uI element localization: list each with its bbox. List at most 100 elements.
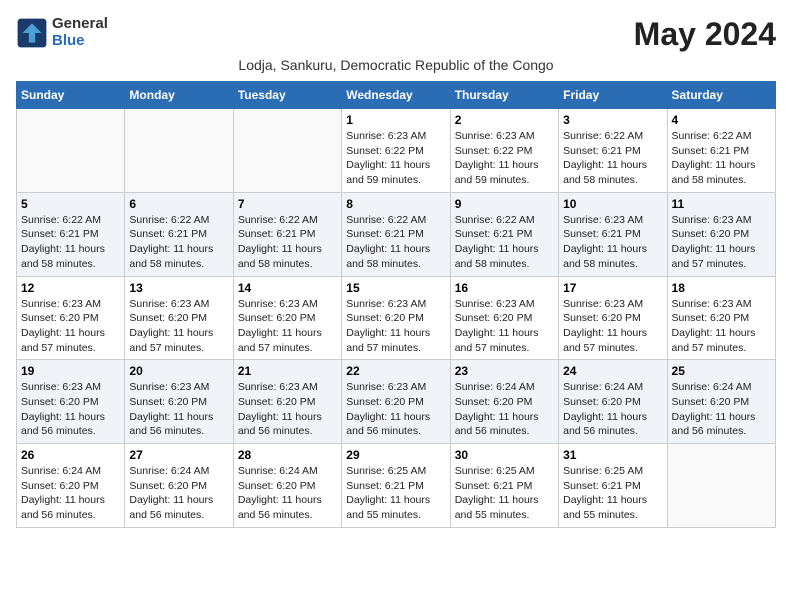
day-number: 30 [455, 448, 554, 462]
week-row-3: 19 Sunrise: 6:23 AM Sunset: 6:20 PM Dayli… [17, 360, 776, 444]
day-number: 10 [563, 197, 662, 211]
day-cell: 13 Sunrise: 6:23 AM Sunset: 6:20 PM Dayli… [125, 276, 233, 360]
day-info: Sunrise: 6:24 AM Sunset: 6:20 PM Dayligh… [238, 464, 337, 523]
day-cell: 27 Sunrise: 6:24 AM Sunset: 6:20 PM Dayli… [125, 444, 233, 528]
day-cell: 19 Sunrise: 6:23 AM Sunset: 6:20 PM Dayli… [17, 360, 125, 444]
calendar-table: SundayMondayTuesdayWednesdayThursdayFrid… [16, 81, 776, 528]
day-info: Sunrise: 6:23 AM Sunset: 6:22 PM Dayligh… [455, 129, 554, 188]
day-info: Sunrise: 6:23 AM Sunset: 6:20 PM Dayligh… [129, 380, 228, 439]
day-info: Sunrise: 6:23 AM Sunset: 6:20 PM Dayligh… [21, 297, 120, 356]
day-number: 20 [129, 364, 228, 378]
day-info: Sunrise: 6:24 AM Sunset: 6:20 PM Dayligh… [672, 380, 771, 439]
day-cell: 22Sunrise: 6:23 AM Sunset: 6:20 PM Dayli… [342, 360, 450, 444]
day-info: Sunrise: 6:25 AM Sunset: 6:21 PM Dayligh… [455, 464, 554, 523]
day-info: Sunrise: 6:22 AM Sunset: 6:21 PM Dayligh… [238, 213, 337, 272]
day-cell: 21 Sunrise: 6:23 AM Sunset: 6:20 PM Dayli… [233, 360, 341, 444]
logo: General Blue [16, 16, 108, 49]
day-cell: 5 Sunrise: 6:22 AM Sunset: 6:21 PM Daylig… [17, 192, 125, 276]
day-info: Sunrise: 6:22 AM Sunset: 6:21 PM Dayligh… [563, 129, 662, 188]
day-cell: 1Sunrise: 6:23 AM Sunset: 6:22 PM Daylig… [342, 109, 450, 193]
day-number: 19 [21, 364, 120, 378]
day-cell: 15Sunrise: 6:23 AM Sunset: 6:20 PM Dayli… [342, 276, 450, 360]
day-number: 26 [21, 448, 120, 462]
day-number: 22 [346, 364, 445, 378]
day-info: Sunrise: 6:22 AM Sunset: 6:21 PM Dayligh… [672, 129, 771, 188]
day-info: Sunrise: 6:23 AM Sunset: 6:22 PM Dayligh… [346, 129, 445, 188]
month-title: May 2024 [634, 16, 776, 53]
day-cell: 24Sunrise: 6:24 AM Sunset: 6:20 PM Dayli… [559, 360, 667, 444]
logo-icon [16, 17, 48, 49]
header-monday: Monday [125, 82, 233, 109]
day-number: 12 [21, 281, 120, 295]
day-info: Sunrise: 6:23 AM Sunset: 6:20 PM Dayligh… [129, 297, 228, 356]
day-number: 28 [238, 448, 337, 462]
day-info: Sunrise: 6:25 AM Sunset: 6:21 PM Dayligh… [346, 464, 445, 523]
day-cell: 20 Sunrise: 6:23 AM Sunset: 6:20 PM Dayli… [125, 360, 233, 444]
day-info: Sunrise: 6:23 AM Sunset: 6:20 PM Dayligh… [21, 380, 120, 439]
day-number: 9 [455, 197, 554, 211]
day-number: 18 [672, 281, 771, 295]
subtitle: Lodja, Sankuru, Democratic Republic of t… [16, 57, 776, 73]
day-number: 7 [238, 197, 337, 211]
day-cell: 23 Sunrise: 6:24 AM Sunset: 6:20 PM Dayli… [450, 360, 558, 444]
day-info: Sunrise: 6:24 AM Sunset: 6:20 PM Dayligh… [455, 380, 554, 439]
day-cell: 16Sunrise: 6:23 AM Sunset: 6:20 PM Dayli… [450, 276, 558, 360]
week-row-1: 5 Sunrise: 6:22 AM Sunset: 6:21 PM Daylig… [17, 192, 776, 276]
day-info: Sunrise: 6:23 AM Sunset: 6:20 PM Dayligh… [563, 297, 662, 356]
day-cell [17, 109, 125, 193]
day-cell: 7 Sunrise: 6:22 AM Sunset: 6:21 PM Daylig… [233, 192, 341, 276]
day-info: Sunrise: 6:25 AM Sunset: 6:21 PM Dayligh… [563, 464, 662, 523]
day-number: 27 [129, 448, 228, 462]
day-info: Sunrise: 6:23 AM Sunset: 6:20 PM Dayligh… [672, 213, 771, 272]
day-info: Sunrise: 6:24 AM Sunset: 6:20 PM Dayligh… [563, 380, 662, 439]
day-info: Sunrise: 6:22 AM Sunset: 6:21 PM Dayligh… [21, 213, 120, 272]
day-number: 25 [672, 364, 771, 378]
day-cell: 29Sunrise: 6:25 AM Sunset: 6:21 PM Dayli… [342, 444, 450, 528]
day-cell: 28 Sunrise: 6:24 AM Sunset: 6:20 PM Dayli… [233, 444, 341, 528]
week-row-0: 1Sunrise: 6:23 AM Sunset: 6:22 PM Daylig… [17, 109, 776, 193]
logo-blue-text: Blue [52, 33, 108, 50]
day-number: 11 [672, 197, 771, 211]
day-number: 17 [563, 281, 662, 295]
day-info: Sunrise: 6:23 AM Sunset: 6:20 PM Dayligh… [238, 297, 337, 356]
day-cell: 2Sunrise: 6:23 AM Sunset: 6:22 PM Daylig… [450, 109, 558, 193]
header-thursday: Thursday [450, 82, 558, 109]
day-cell: 11 Sunrise: 6:23 AM Sunset: 6:20 PM Dayli… [667, 192, 775, 276]
day-cell: 30 Sunrise: 6:25 AM Sunset: 6:21 PM Dayli… [450, 444, 558, 528]
day-number: 13 [129, 281, 228, 295]
day-info: Sunrise: 6:24 AM Sunset: 6:20 PM Dayligh… [129, 464, 228, 523]
day-cell: 18 Sunrise: 6:23 AM Sunset: 6:20 PM Dayli… [667, 276, 775, 360]
day-cell: 9Sunrise: 6:22 AM Sunset: 6:21 PM Daylig… [450, 192, 558, 276]
day-cell: 26 Sunrise: 6:24 AM Sunset: 6:20 PM Dayli… [17, 444, 125, 528]
day-cell: 3 Sunrise: 6:22 AM Sunset: 6:21 PM Daylig… [559, 109, 667, 193]
day-cell [233, 109, 341, 193]
day-cell: 8 Sunrise: 6:22 AM Sunset: 6:21 PM Daylig… [342, 192, 450, 276]
week-row-2: 12 Sunrise: 6:23 AM Sunset: 6:20 PM Dayli… [17, 276, 776, 360]
day-number: 14 [238, 281, 337, 295]
day-cell: 12 Sunrise: 6:23 AM Sunset: 6:20 PM Dayli… [17, 276, 125, 360]
day-cell [125, 109, 233, 193]
day-cell: 6Sunrise: 6:22 AM Sunset: 6:21 PM Daylig… [125, 192, 233, 276]
day-number: 3 [563, 113, 662, 127]
day-cell [667, 444, 775, 528]
day-info: Sunrise: 6:24 AM Sunset: 6:20 PM Dayligh… [21, 464, 120, 523]
day-info: Sunrise: 6:23 AM Sunset: 6:20 PM Dayligh… [238, 380, 337, 439]
day-number: 23 [455, 364, 554, 378]
day-cell: 4 Sunrise: 6:22 AM Sunset: 6:21 PM Daylig… [667, 109, 775, 193]
header-saturday: Saturday [667, 82, 775, 109]
week-row-4: 26 Sunrise: 6:24 AM Sunset: 6:20 PM Dayli… [17, 444, 776, 528]
day-info: Sunrise: 6:23 AM Sunset: 6:20 PM Dayligh… [672, 297, 771, 356]
header-sunday: Sunday [17, 82, 125, 109]
day-info: Sunrise: 6:23 AM Sunset: 6:21 PM Dayligh… [563, 213, 662, 272]
day-number: 6 [129, 197, 228, 211]
day-cell: 10 Sunrise: 6:23 AM Sunset: 6:21 PM Dayli… [559, 192, 667, 276]
day-number: 21 [238, 364, 337, 378]
day-number: 8 [346, 197, 445, 211]
header-wednesday: Wednesday [342, 82, 450, 109]
day-number: 5 [21, 197, 120, 211]
day-number: 15 [346, 281, 445, 295]
day-number: 4 [672, 113, 771, 127]
day-cell: 25 Sunrise: 6:24 AM Sunset: 6:20 PM Dayli… [667, 360, 775, 444]
logo-general-text: General [52, 16, 108, 33]
day-info: Sunrise: 6:22 AM Sunset: 6:21 PM Dayligh… [346, 213, 445, 272]
